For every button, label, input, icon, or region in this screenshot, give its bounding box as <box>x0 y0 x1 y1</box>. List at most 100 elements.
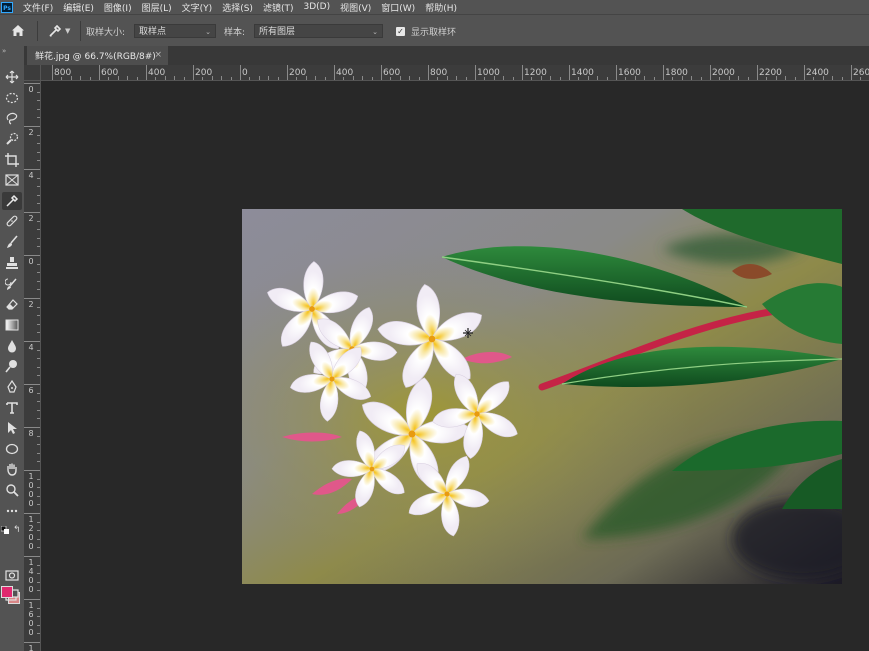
show-ring-label: 显示取样环 <box>411 28 457 38</box>
clone-stamp-icon[interactable] <box>2 254 22 272</box>
ruler-minor-tick <box>277 77 279 80</box>
ruler-tick <box>24 169 40 170</box>
show-ring-checkbox[interactable]: ✓ <box>396 27 405 36</box>
ruler-minor-tick <box>37 581 40 583</box>
history-brush-icon[interactable] <box>2 275 22 293</box>
ruler-label: 1200 <box>28 515 34 551</box>
sample-size-select[interactable]: 取样点 ⌄ <box>134 24 216 38</box>
hand-tool-icon[interactable] <box>2 460 22 478</box>
ruler-minor-tick <box>465 77 467 80</box>
panel-collapse-icon[interactable]: » <box>2 47 6 55</box>
menu-layer[interactable]: 图层(L) <box>142 1 172 14</box>
dodge-tool-icon[interactable] <box>2 357 22 375</box>
flower-photo[interactable] <box>242 209 842 584</box>
ruler-minor-tick <box>446 76 448 80</box>
ruler-minor-tick <box>37 289 40 291</box>
home-button[interactable] <box>9 22 27 40</box>
gradient-tool-icon[interactable] <box>2 316 22 334</box>
horizontal-ruler[interactable]: 800 600 400 200 0 200 400 600 800 1000 1200 1400 160… <box>41 65 869 81</box>
eyedropper-icon <box>49 24 62 37</box>
ruler-minor-tick <box>37 332 40 334</box>
ruler-minor-tick <box>37 358 40 360</box>
ruler-minor-tick <box>766 77 768 80</box>
healing-brush-icon[interactable] <box>2 212 22 230</box>
ruler-tick <box>24 298 40 299</box>
zoom-tool-icon[interactable] <box>2 481 22 499</box>
close-icon[interactable]: × <box>154 50 162 60</box>
ruler-minor-tick <box>352 76 354 80</box>
ruler-minor-tick <box>390 77 392 80</box>
ruler-minor-tick <box>728 76 730 80</box>
menu-image[interactable]: 图像(I) <box>104 1 132 14</box>
show-sampling-ring-option[interactable]: ✓ 显示取样环 <box>396 25 456 38</box>
ruler-minor-tick <box>37 134 40 136</box>
ruler-minor-tick <box>531 77 533 80</box>
menu-help[interactable]: 帮助(H) <box>425 1 457 14</box>
ruler-minor-tick <box>70 76 72 80</box>
ruler-minor-tick <box>860 77 862 80</box>
separator <box>80 20 82 41</box>
ruler-minor-tick <box>202 77 204 80</box>
menu-edit[interactable]: 编辑(E) <box>63 1 94 14</box>
menu-filter[interactable]: 滤镜(T) <box>263 1 294 14</box>
type-tool-icon[interactable] <box>2 399 22 417</box>
ruler-minor-tick <box>37 616 40 618</box>
ruler-label: 400 <box>336 68 354 78</box>
ruler-minor-tick <box>230 77 232 80</box>
frame-tool-icon[interactable] <box>2 171 22 189</box>
canvas-area[interactable] <box>41 81 869 651</box>
pen-tool-icon[interactable] <box>2 378 22 396</box>
crop-tool-icon[interactable] <box>2 151 22 169</box>
quick-mask-icon[interactable] <box>2 566 22 584</box>
default-colors-icon[interactable] <box>0 525 9 534</box>
vertical-ruler[interactable]: 0 2 4 2 0 2 4 6 8 1000 1200 1400 1600 18 <box>24 81 41 651</box>
sample-label: 样本: <box>224 28 246 38</box>
ruler-minor-tick <box>89 77 91 80</box>
ruler-minor-tick <box>37 186 40 188</box>
eraser-tool-icon[interactable] <box>2 295 22 313</box>
marquee-tool-icon[interactable] <box>2 89 22 107</box>
sample-value: 所有图层 <box>259 27 296 37</box>
ruler-tick <box>24 470 40 471</box>
sample-select[interactable]: 所有图层 ⌄ <box>254 24 383 38</box>
ruler-tick <box>240 65 241 80</box>
ruler-minor-tick <box>37 538 40 540</box>
ruler-minor-tick <box>37 203 40 205</box>
quick-select-tool-icon[interactable] <box>2 130 22 148</box>
ruler-label: 4 <box>28 171 34 180</box>
menu-window[interactable]: 窗口(W) <box>381 1 415 14</box>
path-select-icon[interactable] <box>2 419 22 437</box>
foreground-color-swatch[interactable] <box>1 586 13 598</box>
ruler-minor-tick <box>211 76 213 80</box>
ruler-minor-tick <box>512 77 514 80</box>
ruler-minor-tick <box>37 418 40 420</box>
more-tools-icon[interactable] <box>2 502 22 520</box>
ruler-minor-tick <box>37 100 40 102</box>
ruler-minor-tick <box>362 76 364 80</box>
document-tab[interactable]: 鲜花.jpg @ 66.7%(RGB/8#) × <box>27 46 168 65</box>
ruler-minor-tick <box>37 392 40 394</box>
ruler-minor-tick <box>672 77 674 80</box>
move-tool-icon[interactable] <box>2 68 22 86</box>
ruler-minor-tick <box>37 220 40 222</box>
ruler-origin[interactable] <box>24 65 41 81</box>
ruler-tick <box>851 65 852 80</box>
tool-preset-picker[interactable]: ▼ <box>48 24 70 38</box>
eyedropper-tool-icon[interactable] <box>2 192 22 210</box>
ruler-tick <box>24 427 40 428</box>
menu-view[interactable]: 视图(V) <box>340 1 371 14</box>
blur-tool-icon[interactable] <box>2 337 22 355</box>
swap-colors-icon[interactable]: ↰ <box>13 525 21 535</box>
ruler-minor-tick <box>183 77 185 80</box>
menu-3d[interactable]: 3D(D) <box>303 2 330 12</box>
menu-select[interactable]: 选择(S) <box>222 1 253 14</box>
ruler-minor-tick <box>37 521 40 523</box>
lasso-tool-icon[interactable] <box>2 109 22 127</box>
menu-type[interactable]: 文字(Y) <box>182 1 213 14</box>
menu-file[interactable]: 文件(F) <box>23 1 53 14</box>
ellipse-shape-icon[interactable] <box>2 440 22 458</box>
ruler-tick <box>475 65 476 80</box>
ruler-minor-tick <box>681 76 683 80</box>
ruler-label: 2400 <box>806 68 829 78</box>
brush-tool-icon[interactable] <box>2 233 22 251</box>
